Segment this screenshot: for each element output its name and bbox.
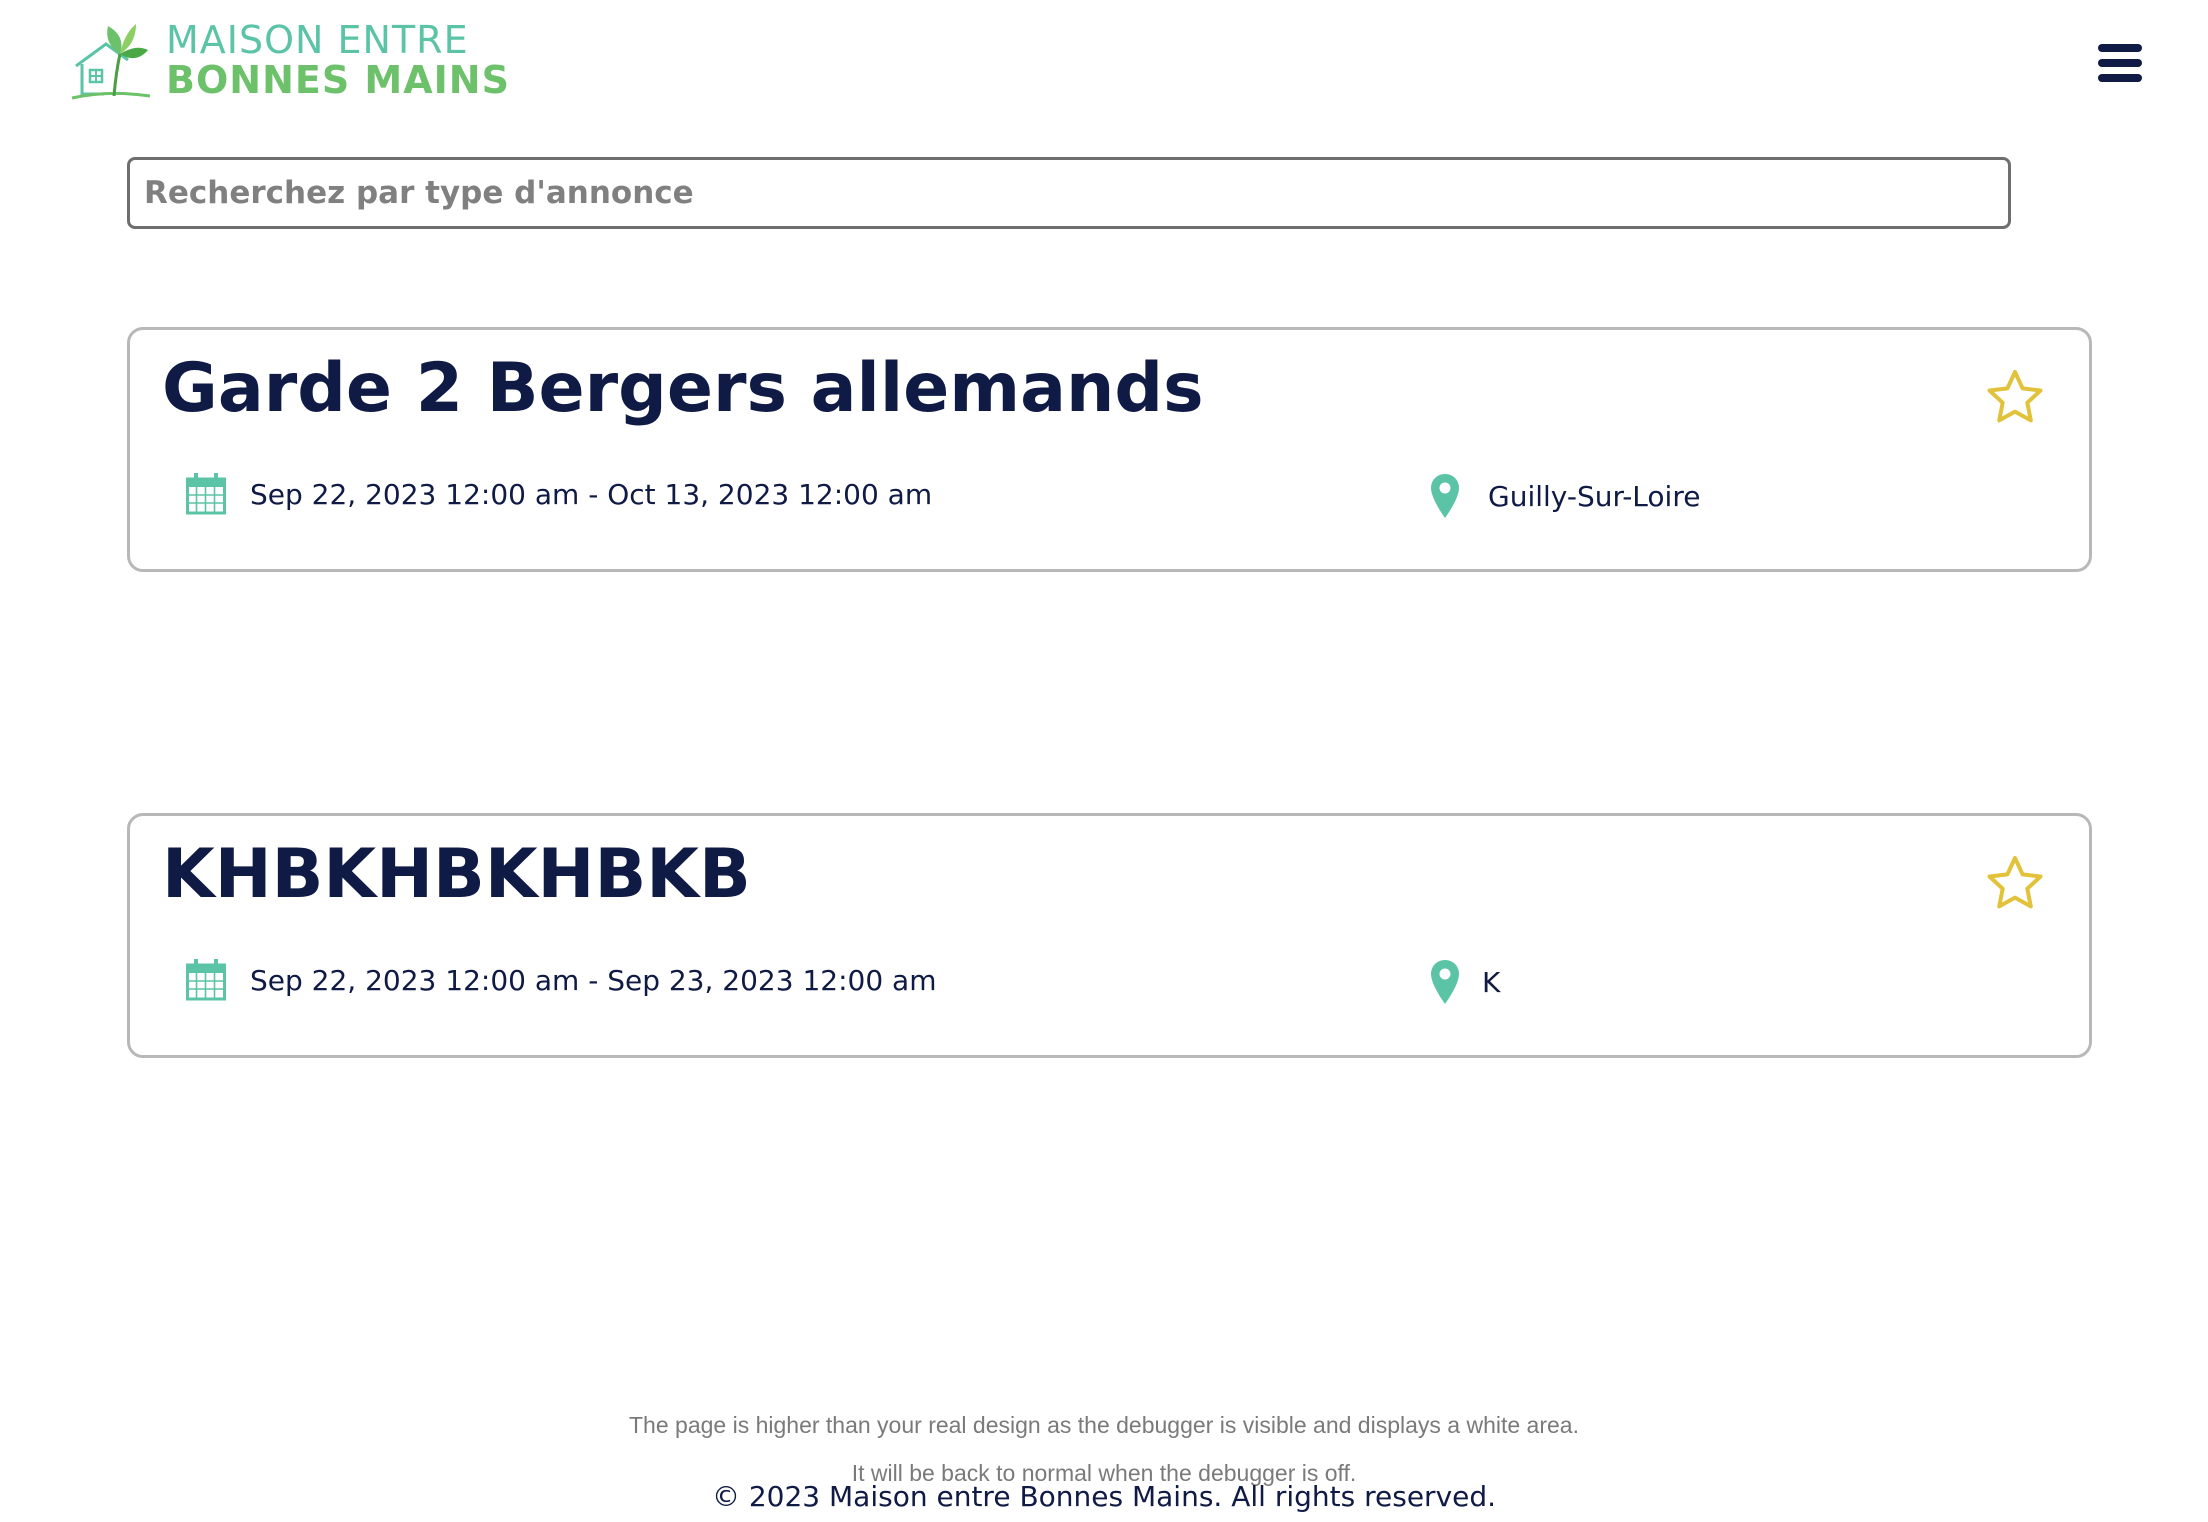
- logo-text-line1: MAISON ENTRE: [166, 18, 469, 62]
- search-input[interactable]: [127, 157, 2011, 229]
- favorite-star-icon[interactable]: [1985, 368, 2045, 428]
- footer-copyright: © 2023 Maison entre Bonnes Mains. All ri…: [711, 1480, 1497, 1513]
- house-leaf-logo-icon: [71, 24, 151, 100]
- location-pin-icon: [1431, 474, 1459, 518]
- location-pin-icon: [1431, 960, 1459, 1004]
- listing-date-range: Sep 22, 2023 12:00 am - Sep 23, 2023 12:…: [186, 959, 936, 1001]
- logo-text-line2: BONNES MAINS: [166, 58, 510, 102]
- hamburger-bar: [2098, 59, 2142, 67]
- calendar-icon: [186, 959, 226, 1001]
- listing-title[interactable]: Garde 2 Bergers allemands: [162, 348, 1204, 430]
- listing-title[interactable]: KHBKHBKHBKB: [162, 834, 751, 916]
- site-header: MAISON ENTRE BONNES MAINS: [0, 0, 2208, 120]
- debugger-notice-line1: The page is higher than your real design…: [629, 1412, 1579, 1438]
- hamburger-bar: [2098, 74, 2142, 82]
- listing-card[interactable]: KHBKHBKHBKB Sep 22, 2023 12:00 am - Sep …: [127, 813, 2092, 1058]
- listing-location: Guilly-Sur-Loire: [1430, 473, 1700, 519]
- listing-location-text: Guilly-Sur-Loire: [1488, 479, 1701, 513]
- hamburger-bar: [2098, 44, 2142, 52]
- listing-location: K: [1430, 959, 1500, 1005]
- listing-location-text: K: [1482, 965, 1501, 999]
- site-logo[interactable]: MAISON ENTRE BONNES MAINS: [70, 20, 510, 100]
- listing-dates: Sep 22, 2023 12:00 am - Oct 13, 2023 12:…: [250, 477, 933, 511]
- calendar-icon: [186, 473, 226, 515]
- listing-dates: Sep 22, 2023 12:00 am - Sep 23, 2023 12:…: [250, 963, 937, 997]
- favorite-star-icon[interactable]: [1985, 854, 2045, 914]
- listing-date-range: Sep 22, 2023 12:00 am - Oct 13, 2023 12:…: [186, 473, 932, 515]
- listing-card[interactable]: Garde 2 Bergers allemands Sep 22, 2023 1…: [127, 327, 2092, 572]
- hamburger-menu-icon[interactable]: [2098, 44, 2142, 82]
